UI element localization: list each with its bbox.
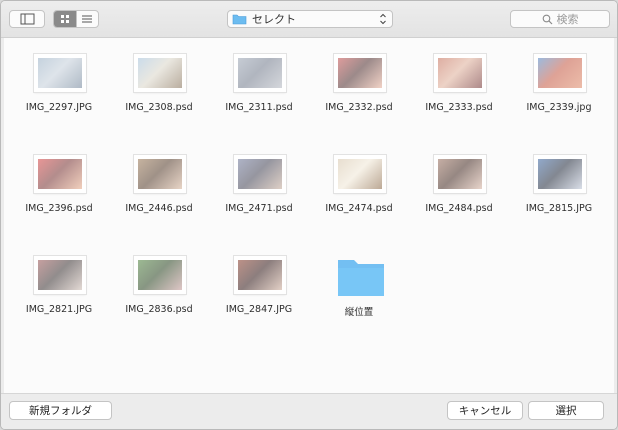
file-name: IMG_2446.psd xyxy=(125,203,193,214)
search-field[interactable]: 検索 xyxy=(510,10,610,28)
file-name: IMG_2396.psd xyxy=(25,203,93,214)
file-item[interactable]: IMG_2332.psd xyxy=(309,54,409,124)
file-item[interactable]: IMG_2474.psd xyxy=(309,155,409,225)
thumbnail-image xyxy=(138,159,182,189)
image-thumbnail xyxy=(234,256,286,294)
image-thumbnail xyxy=(34,54,86,92)
thumbnail-image xyxy=(138,260,182,290)
image-thumbnail xyxy=(534,155,586,193)
file-item[interactable]: IMG_2836.psd xyxy=(109,256,209,326)
thumbnail-image xyxy=(38,260,82,290)
thumbnail-image xyxy=(238,159,282,189)
file-name: IMG_2847.JPG xyxy=(225,304,293,315)
file-name: IMG_2474.psd xyxy=(325,203,393,214)
file-browser: IMG_2297.JPG IMG_2308.psd IMG_2311.psd IMG_… xyxy=(4,38,614,394)
thumbnail-image xyxy=(38,159,82,189)
file-item[interactable]: IMG_2339.jpg xyxy=(509,54,609,124)
file-name: 縦位置 xyxy=(344,307,374,318)
image-thumbnail xyxy=(334,54,386,92)
chevron-up-down-icon xyxy=(380,13,386,25)
file-item[interactable]: IMG_2484.psd xyxy=(409,155,509,225)
thumbnail-image xyxy=(338,58,382,88)
cancel-button[interactable]: キャンセル xyxy=(447,401,523,420)
thumbnail-image xyxy=(138,58,182,88)
list-icon xyxy=(82,15,93,23)
search-placeholder: 検索 xyxy=(556,13,579,26)
thumbnail-image xyxy=(238,260,282,290)
thumbnail-image xyxy=(538,159,582,189)
thumbnail-image xyxy=(538,58,582,88)
file-item[interactable]: IMG_2471.psd xyxy=(209,155,309,225)
file-item[interactable]: IMG_2847.JPG xyxy=(209,256,309,326)
grid-icon xyxy=(60,15,69,23)
image-thumbnail xyxy=(434,54,486,92)
image-thumbnail xyxy=(34,155,86,193)
file-name: IMG_2308.psd xyxy=(125,102,193,113)
file-name: IMG_2484.psd xyxy=(425,203,493,214)
image-thumbnail xyxy=(534,54,586,92)
open-dialog: セレクト 検索 IMG_2297.JPG IMG_2308.psd IMG_2311… xyxy=(0,0,618,430)
file-name: IMG_2339.jpg xyxy=(526,102,592,113)
image-thumbnail xyxy=(334,155,386,193)
image-thumbnail xyxy=(234,155,286,193)
image-thumbnail xyxy=(434,155,486,193)
folder-icon xyxy=(232,14,247,25)
file-name: IMG_2471.psd xyxy=(225,203,293,214)
file-name: IMG_2333.psd xyxy=(425,102,493,113)
sidebar-toggle-button[interactable] xyxy=(9,10,45,28)
open-button[interactable]: 選択 xyxy=(528,401,604,420)
file-item[interactable]: IMG_2446.psd xyxy=(109,155,209,225)
file-name: IMG_2836.psd xyxy=(125,304,193,315)
icon-view-button[interactable] xyxy=(54,11,76,27)
location-popup[interactable]: セレクト xyxy=(227,10,393,28)
file-item[interactable]: IMG_2815.JPG xyxy=(509,155,609,225)
file-item[interactable]: IMG_2821.JPG xyxy=(9,256,109,326)
thumbnail-image xyxy=(438,159,482,189)
file-item[interactable]: IMG_2333.psd xyxy=(409,54,509,124)
file-name: IMG_2821.JPG xyxy=(25,304,93,315)
sidebar-icon xyxy=(20,13,35,25)
search-icon xyxy=(542,14,552,24)
file-name: IMG_2815.JPG xyxy=(525,203,593,214)
image-thumbnail xyxy=(134,54,186,92)
thumbnail-image xyxy=(38,58,82,88)
list-view-button[interactable] xyxy=(75,11,99,27)
toolbar: セレクト 検索 xyxy=(1,1,617,38)
file-item[interactable]: IMG_2311.psd xyxy=(209,54,309,124)
thumbnail-image xyxy=(238,58,282,88)
folder-item[interactable]: 縦位置 xyxy=(309,256,409,326)
location-label: セレクト xyxy=(252,13,296,26)
folder-icon xyxy=(338,260,384,296)
image-thumbnail xyxy=(134,256,186,294)
image-thumbnail xyxy=(34,256,86,294)
new-folder-button[interactable]: 新規フォルダ xyxy=(9,401,112,420)
file-name: IMG_2297.JPG xyxy=(25,102,93,113)
file-item[interactable]: IMG_2297.JPG xyxy=(9,54,109,124)
bottom-bar: 新規フォルダ キャンセル 選択 xyxy=(1,393,617,429)
thumbnail-image xyxy=(438,58,482,88)
file-item[interactable]: IMG_2308.psd xyxy=(109,54,209,124)
file-name: IMG_2311.psd xyxy=(225,102,293,113)
thumbnail-image xyxy=(338,159,382,189)
file-item[interactable]: IMG_2396.psd xyxy=(9,155,109,225)
image-thumbnail xyxy=(234,54,286,92)
file-name: IMG_2332.psd xyxy=(325,102,393,113)
view-mode-control xyxy=(53,10,99,28)
image-thumbnail xyxy=(134,155,186,193)
